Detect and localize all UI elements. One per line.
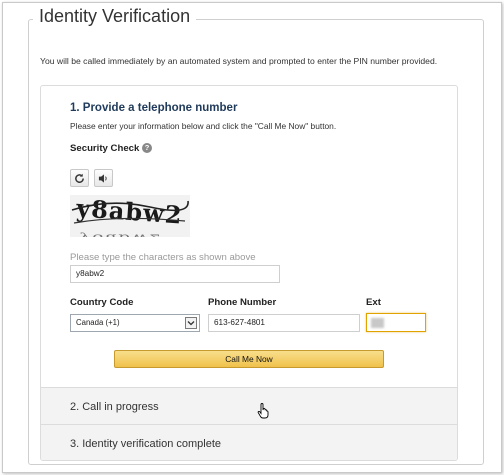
hand-cursor-icon	[257, 403, 269, 424]
step1-title[interactable]: 1. Provide a telephone number	[70, 102, 237, 114]
redacted-value	[371, 318, 384, 328]
captcha-input[interactable]: y8abw2	[70, 265, 280, 283]
intro-text: You will be called immediately by an aut…	[40, 56, 438, 66]
call-me-now-button[interactable]: Call Me Now	[114, 350, 384, 368]
window-frame: Identity Verification You will be called…	[2, 2, 502, 473]
security-check-label: Security Check	[70, 143, 140, 154]
country-code-select[interactable]: Canada (+1)	[70, 314, 200, 332]
verification-steps-panel: 1. Provide a telephone number Please ent…	[40, 85, 458, 461]
step3-verification-complete[interactable]: 3. Identity verification complete	[41, 424, 457, 460]
ext-label: Ext	[366, 297, 381, 308]
speaker-icon	[98, 173, 107, 183]
phone-number-input[interactable]: 613-627-4801	[208, 314, 360, 332]
country-code-label: Country Code	[70, 297, 134, 308]
captcha-hint: Please type the characters as shown abov…	[70, 252, 256, 263]
captcha-image: y8abw2 y8abw2	[70, 193, 190, 243]
refresh-icon	[75, 173, 84, 183]
captcha-reflection: y8abw2	[79, 232, 163, 237]
question-circle-icon[interactable]: ?	[142, 143, 152, 153]
phone-number-label: Phone Number	[208, 297, 277, 308]
refresh-captcha-button[interactable]	[70, 169, 89, 187]
step1-instructions: Please enter your information below and …	[70, 121, 337, 131]
chevron-down-icon[interactable]	[185, 317, 197, 329]
step2-call-in-progress[interactable]: 2. Call in progress	[41, 387, 457, 425]
ext-input[interactable]	[366, 313, 426, 332]
page-title: Identity Verification	[33, 6, 197, 27]
country-code-value: Canada (+1)	[76, 318, 120, 327]
audio-captcha-button[interactable]	[94, 169, 113, 187]
